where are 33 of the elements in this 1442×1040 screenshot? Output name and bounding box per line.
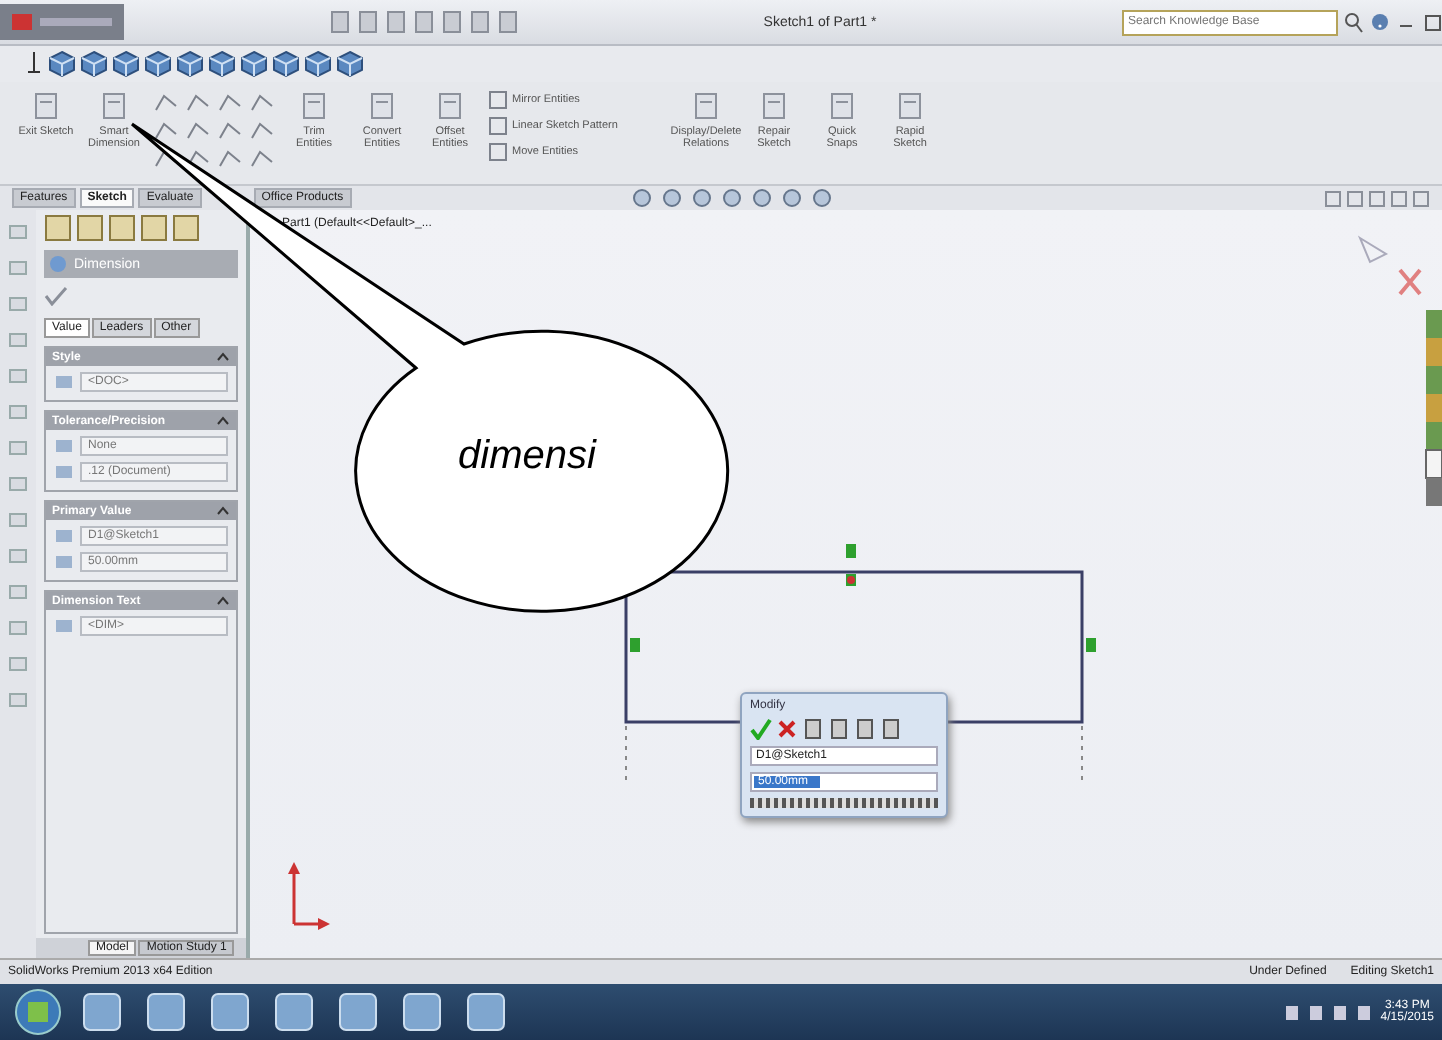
tool-icon — [32, 90, 60, 122]
midpoint-marker-icon[interactable] — [846, 574, 856, 586]
tool-icon — [368, 90, 396, 122]
confirmation-corner-drawing[interactable] — [1357, 235, 1422, 296]
thumbwheel[interactable] — [750, 798, 938, 808]
tool-icon — [100, 90, 128, 122]
pin-icon[interactable] — [24, 50, 44, 78]
collapse-icon[interactable] — [216, 594, 230, 608]
search-icon[interactable] — [1344, 10, 1364, 34]
relation-marker-icon[interactable] — [1086, 638, 1096, 652]
checkmark-icon[interactable] — [44, 286, 68, 306]
collapse-icon[interactable] — [216, 414, 230, 428]
start-button[interactable] — [12, 986, 64, 1038]
callout-text: dimensi — [458, 434, 596, 480]
tool-icon — [828, 90, 856, 122]
field-icon — [54, 616, 74, 636]
collapse-icon[interactable] — [216, 504, 230, 518]
relation-marker-icon[interactable] — [846, 544, 856, 558]
tool-icon — [692, 90, 720, 122]
field-icon — [54, 372, 74, 392]
app-logo-icon — [0, 4, 124, 40]
origin-drawing — [288, 862, 330, 930]
extension-line — [625, 725, 627, 781]
collapse-icon[interactable] — [216, 350, 230, 364]
tool-icon — [436, 90, 464, 122]
tool-icon — [760, 90, 788, 122]
sketch-tool-icon[interactable] — [152, 118, 180, 142]
tool-icon — [300, 90, 328, 122]
tool-icon — [896, 90, 924, 122]
extension-line — [1081, 725, 1083, 781]
task-pane-tabs[interactable] — [1425, 310, 1442, 506]
relation-marker-icon[interactable] — [630, 638, 640, 652]
checkmark-icon[interactable] — [750, 718, 772, 740]
